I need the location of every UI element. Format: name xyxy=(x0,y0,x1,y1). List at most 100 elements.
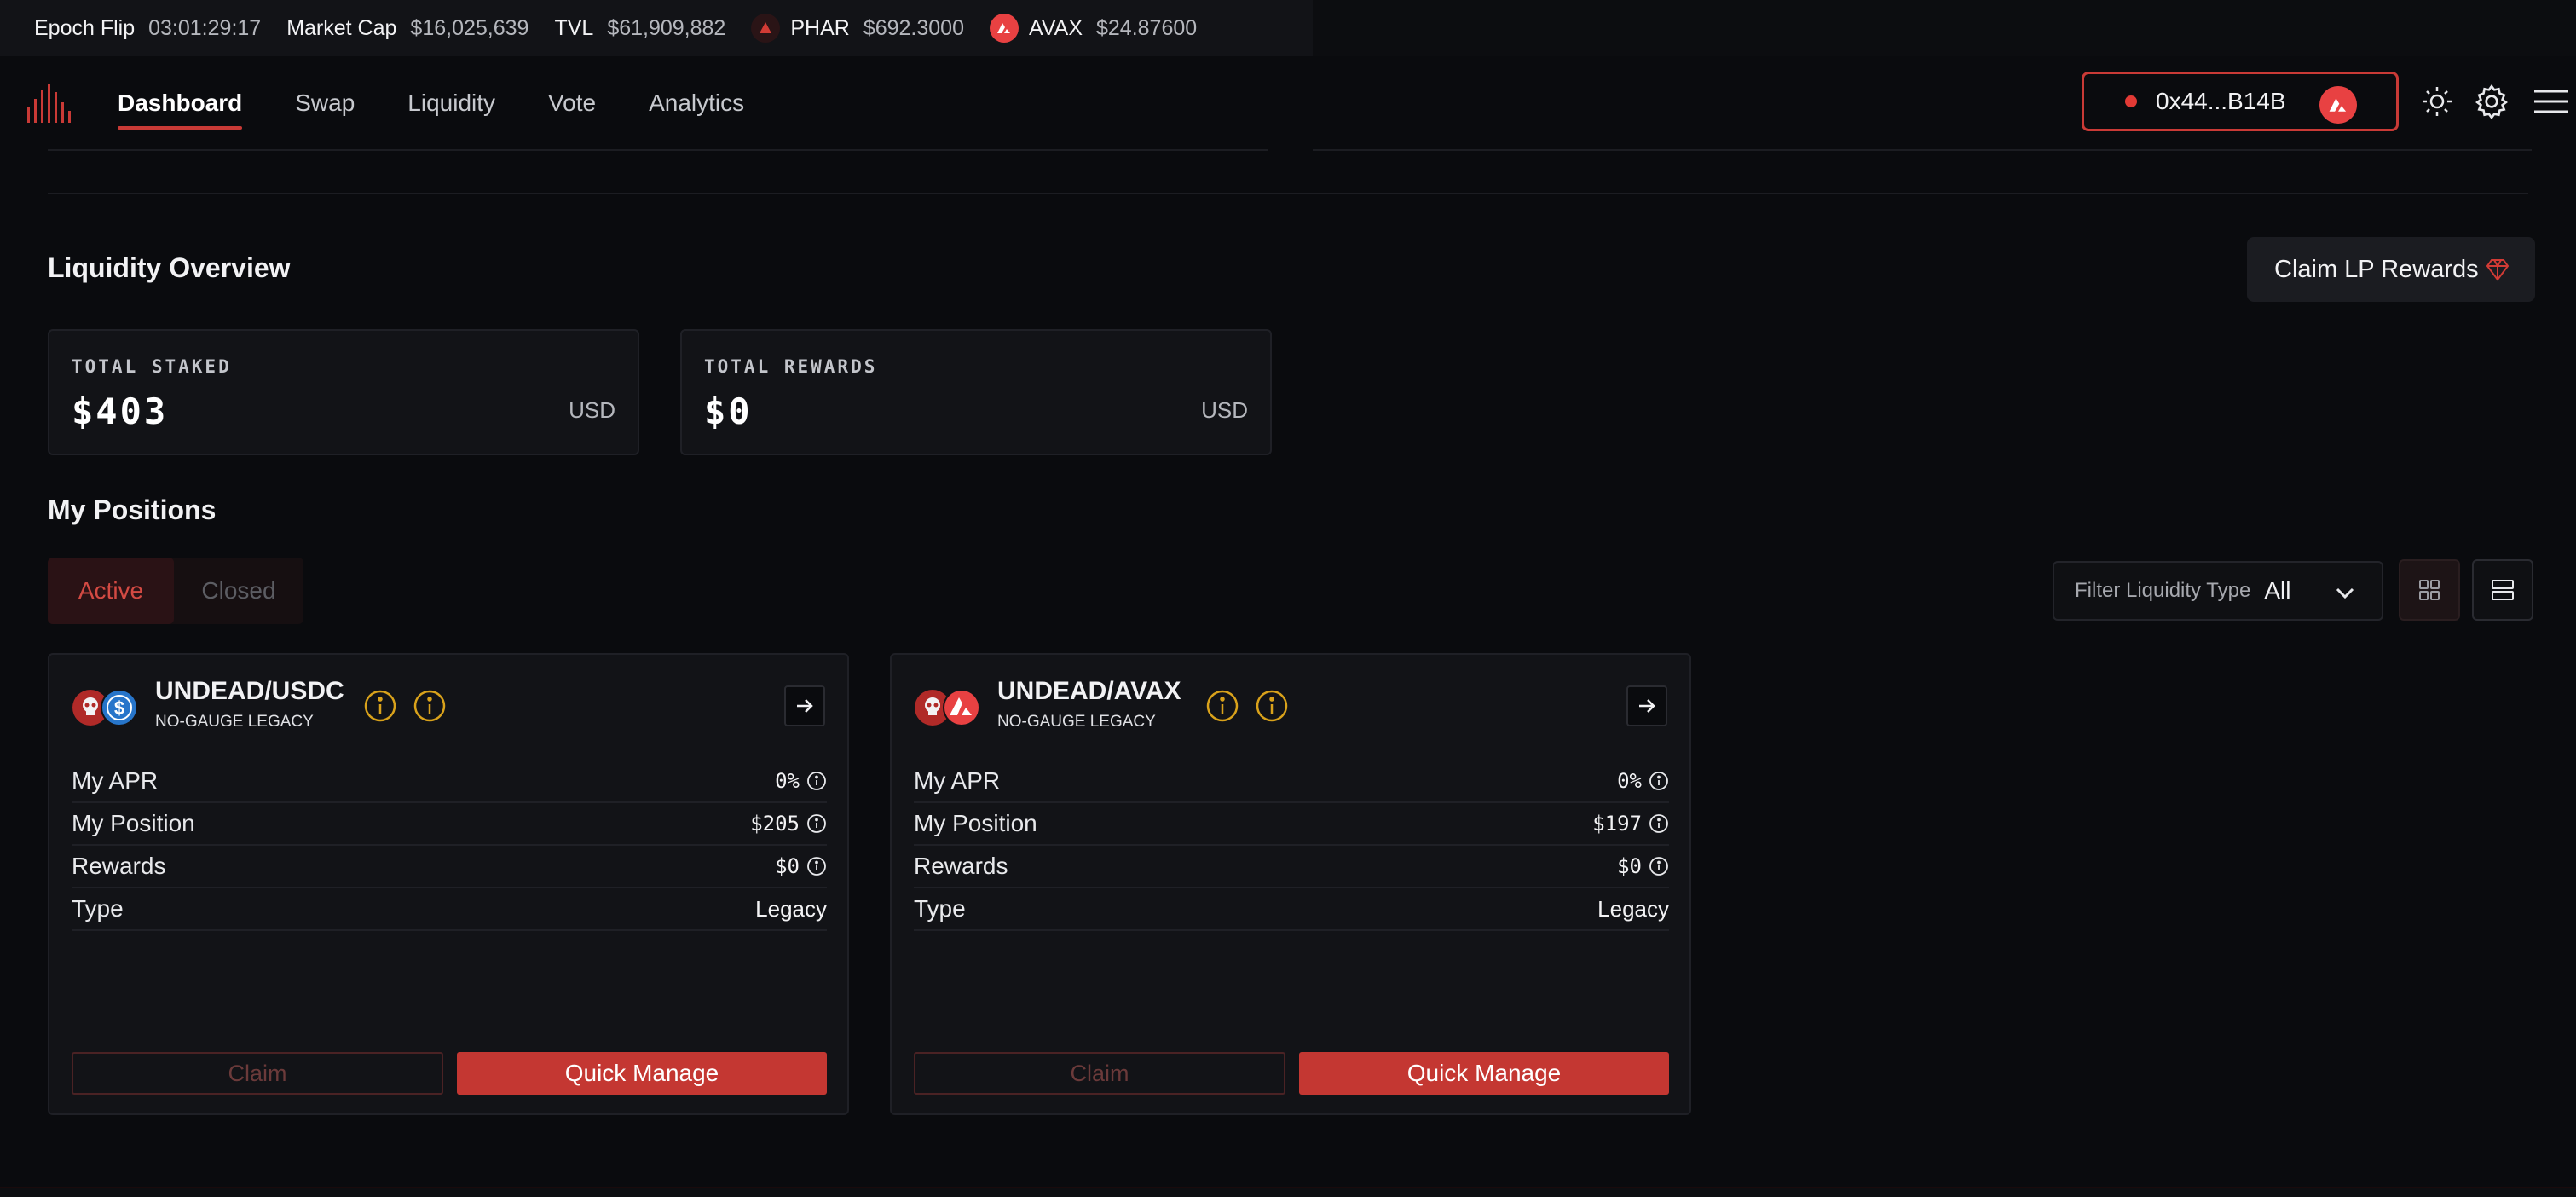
apr-value: 0% xyxy=(775,769,800,793)
apr-row: My APR 0% xyxy=(914,760,1669,803)
rewards-row: Rewards $0 xyxy=(72,846,827,888)
apr-value: 0% xyxy=(1617,769,1642,793)
theme-toggle-sun-icon[interactable] xyxy=(2417,82,2457,121)
divider xyxy=(1313,149,2532,151)
diamond-icon xyxy=(2486,259,2510,281)
warning-info-icon[interactable] xyxy=(1205,689,1239,723)
info-icon[interactable] xyxy=(806,813,827,834)
phar-label: PHAR xyxy=(790,15,850,40)
rewards-label: Rewards xyxy=(72,853,166,879)
warning-info-icon[interactable] xyxy=(363,689,397,723)
tab-liquidity[interactable]: Liquidity xyxy=(407,56,495,150)
filter-value: All xyxy=(2264,577,2291,604)
total-staked-card: TOTAL STAKED $403 USD xyxy=(48,329,639,455)
market-cap-label: Market Cap xyxy=(286,15,397,40)
market-cap-ticker: Market Cap $16,025,639 xyxy=(286,16,528,41)
svg-text:$: $ xyxy=(114,697,124,719)
position-card: UNDEAD/AVAX NO-GAUGE LEGACY My APR 0% My… xyxy=(890,653,1691,1115)
warning-info-icon[interactable] xyxy=(1255,689,1289,723)
ticker-right-area xyxy=(1313,0,2576,56)
section-divider xyxy=(48,193,2528,194)
divider xyxy=(48,149,1268,151)
epoch-ticker: Epoch Flip 03:01:29:17 xyxy=(34,16,261,41)
tab-swap[interactable]: Swap xyxy=(295,56,355,150)
apr-label: My APR xyxy=(914,767,1001,794)
grid-view-button[interactable] xyxy=(2399,559,2460,621)
tab-closed[interactable]: Closed xyxy=(174,558,303,624)
liquidity-overview-title: Liquidity Overview xyxy=(48,252,291,283)
tab-dashboard[interactable]: Dashboard xyxy=(118,56,243,150)
wallet-address: 0x44...B14B xyxy=(2156,88,2286,114)
claim-button[interactable]: Claim xyxy=(72,1052,443,1095)
rewards-row: Rewards $0 xyxy=(914,846,1669,888)
token-pair-icons: $ xyxy=(72,689,138,726)
position-row: My Position $205 xyxy=(72,803,827,846)
tab-active[interactable]: Active xyxy=(48,558,174,624)
warning-info-icon[interactable] xyxy=(413,689,447,723)
type-row: Type Legacy xyxy=(72,888,827,931)
pair-name: UNDEAD/AVAX xyxy=(997,677,1181,705)
pair-subtitle: NO-GAUGE LEGACY xyxy=(997,713,1156,731)
filter-label: Filter Liquidity Type xyxy=(2075,579,2251,602)
position-card: $ UNDEAD/USDC NO-GAUGE LEGACY My APR 0% … xyxy=(48,653,849,1115)
position-label: My Position xyxy=(914,810,1037,836)
my-positions-title: My Positions xyxy=(48,494,217,525)
apr-label: My APR xyxy=(72,767,159,794)
position-label: My Position xyxy=(72,810,195,836)
type-value: Legacy xyxy=(1597,895,1669,922)
claim-lp-rewards-button[interactable]: Claim LP Rewards xyxy=(2247,237,2535,302)
avax-icon xyxy=(990,14,1019,43)
tab-analytics[interactable]: Analytics xyxy=(649,56,744,150)
connection-status-dot xyxy=(2125,95,2137,107)
rewards-value: $0 xyxy=(775,854,800,878)
rewards-label: Rewards xyxy=(914,853,1008,879)
chevron-down-icon xyxy=(2336,587,2354,599)
quick-manage-button[interactable]: Quick Manage xyxy=(1299,1052,1669,1095)
position-value: $205 xyxy=(750,812,800,836)
filter-liquidity-type-select[interactable]: Filter Liquidity Type All xyxy=(2053,561,2383,621)
total-staked-unit: USD xyxy=(569,397,615,423)
total-rewards-unit: USD xyxy=(1201,397,1248,423)
info-icon[interactable] xyxy=(1649,856,1669,876)
position-status-tabs: Active Closed xyxy=(48,558,303,624)
grid-icon xyxy=(2419,580,2440,600)
settings-gear-icon[interactable] xyxy=(2472,82,2511,121)
info-icon[interactable] xyxy=(806,771,827,791)
menu-hamburger-icon[interactable] xyxy=(2532,82,2571,121)
claim-button[interactable]: Claim xyxy=(914,1052,1285,1095)
arrow-right-icon xyxy=(797,699,813,713)
token-pair-icons xyxy=(915,689,980,726)
total-rewards-card: TOTAL REWARDS $0 USD xyxy=(680,329,1272,455)
tvl-label: TVL xyxy=(554,15,594,40)
list-view-button[interactable] xyxy=(2472,559,2533,621)
tab-vote[interactable]: Vote xyxy=(548,56,596,150)
avax-value: $24.87600 xyxy=(1096,15,1198,40)
ticker-bar: Epoch Flip 03:01:29:17 Market Cap $16,02… xyxy=(0,0,1313,56)
quick-manage-button[interactable]: Quick Manage xyxy=(457,1052,827,1095)
open-position-button[interactable] xyxy=(784,685,825,726)
wallet-button[interactable]: 0x44...B14B xyxy=(2082,72,2399,131)
type-row: Type Legacy xyxy=(914,888,1669,931)
logo-icon[interactable] xyxy=(24,82,75,124)
claim-lp-rewards-label: Claim LP Rewards xyxy=(2274,255,2479,283)
info-icon[interactable] xyxy=(806,856,827,876)
phar-icon xyxy=(751,14,781,43)
total-staked-value: $403 xyxy=(72,390,169,432)
info-icon[interactable] xyxy=(1649,813,1669,834)
phar-ticker: PHAR $692.3000 xyxy=(751,14,964,43)
pair-subtitle: NO-GAUGE LEGACY xyxy=(155,713,314,731)
network-avax-icon xyxy=(2319,86,2357,124)
type-label: Type xyxy=(72,895,124,922)
type-label: Type xyxy=(914,895,966,922)
market-cap-value: $16,025,639 xyxy=(410,15,529,40)
avax-label: AVAX xyxy=(1029,15,1083,40)
epoch-value: 03:01:29:17 xyxy=(148,15,262,40)
tvl-value: $61,909,882 xyxy=(607,15,726,40)
list-icon xyxy=(2492,580,2514,600)
open-position-button[interactable] xyxy=(1626,685,1667,726)
total-staked-label: TOTAL STAKED xyxy=(72,356,232,377)
info-icon[interactable] xyxy=(1649,771,1669,791)
apr-row: My APR 0% xyxy=(72,760,827,803)
total-rewards-label: TOTAL REWARDS xyxy=(704,356,878,377)
arrow-right-icon xyxy=(1639,699,1655,713)
